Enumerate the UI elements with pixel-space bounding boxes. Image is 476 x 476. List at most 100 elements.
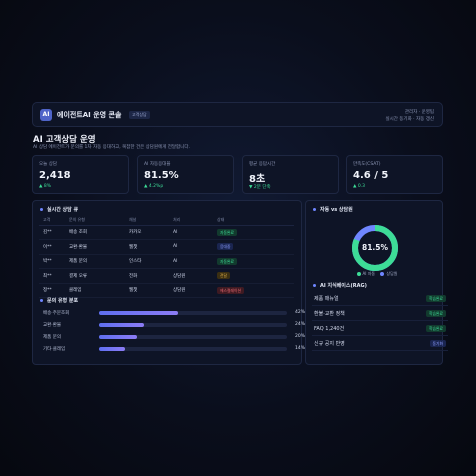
kpi-card-auto-rate[interactable]: AI 자동응대율 81.5% ▲ 4.2%p — [137, 155, 234, 194]
kpi-delta: ▲ 4.2%p — [144, 184, 164, 189]
distribution-row: 기타·클레임 14% — [43, 345, 305, 353]
kpi-delta: ▲ 8% — [39, 184, 52, 189]
app-logo: AI — [40, 109, 52, 121]
distribution-bar — [99, 347, 126, 351]
dashboard: AI 에이전트AI 운영 콘솔 고객상담 관리자 · 운영팀 실시간 동기화 ·… — [22, 98, 454, 380]
handler-cell: 상담원 — [169, 283, 213, 298]
status-badge: 전달 — [217, 272, 230, 280]
distribution-track — [99, 335, 287, 339]
channel-cell: 인스타 — [125, 254, 169, 269]
section-dot-icon — [40, 299, 43, 302]
distribution-percent: 24% — [294, 322, 305, 327]
section-dot-icon — [313, 284, 316, 287]
kpi-label: 오늘 상담 — [39, 162, 57, 167]
type-cell: 교환·환불 — [65, 239, 125, 255]
column-header[interactable]: 처리 — [169, 215, 213, 226]
column-header[interactable]: 문의 유형 — [65, 215, 125, 226]
column-header[interactable]: 고객 — [39, 215, 65, 226]
status-cell: 에스컬레이션 — [213, 283, 294, 298]
legend-agent-label: 상담원 — [386, 271, 398, 276]
kpi-delta: ▼ 2분 단축 — [249, 185, 271, 190]
distribution-label: 교환·환불 — [43, 323, 61, 328]
distribution-percent: 20% — [294, 334, 305, 339]
live-queue-panel: 실시간 상담 큐 고객 문의 유형 채널 처리 상태 김** 배송 조회 카카오 AI… — [32, 200, 305, 365]
donut-legend: AI 자동 상담원 — [306, 271, 444, 277]
kb-item[interactable]: FAQ 1,240건 학습완료 — [312, 322, 448, 336]
kb-status-badge: 학습완료 — [426, 310, 446, 317]
kpi-value: 2,418 — [39, 170, 71, 181]
channel-cell: 카카오 — [125, 225, 169, 240]
kb-item[interactable]: 환불·교환 정책 학습완료 — [312, 307, 448, 321]
table-row[interactable]: 최** 결제 오류 전화 상담원 전달 — [39, 268, 294, 284]
legend-agent-swatch — [380, 272, 385, 276]
status-badge: 응대중 — [217, 243, 234, 251]
kpi-delta: ▲ 0.3 — [353, 184, 366, 189]
kb-status-badge: 동기화 — [429, 340, 446, 347]
donut-center-value: 81.5% — [361, 243, 389, 252]
kpi-card-response-time[interactable]: 평균 응답시간 8초 ▼ 2분 단축 — [242, 155, 339, 194]
distribution-bar — [99, 323, 145, 327]
table-row[interactable]: 정** 클레임 웹챗 상담원 에스컬레이션 — [39, 283, 294, 298]
kb-status-badge: 학습완료 — [426, 295, 446, 302]
customer-cell: 박** — [39, 254, 65, 269]
customer-cell: 정** — [39, 283, 65, 298]
kb-item[interactable]: 신규 공지 반영 동기화 — [312, 337, 448, 351]
type-cell: 제품 문의 — [65, 254, 125, 269]
distribution-bar — [99, 335, 137, 339]
kpi-card-today[interactable]: 오늘 상담 2,418 ▲ 8% — [32, 155, 129, 194]
status-cell: 자동완료 — [213, 225, 294, 240]
channel-cell: 웹챗 — [125, 239, 169, 255]
distribution-track — [99, 347, 287, 351]
customer-cell: 최** — [39, 268, 65, 284]
status-badge: 자동완료 — [217, 228, 237, 236]
distribution-bar — [99, 311, 178, 315]
distribution-row: 제품 문의 20% — [43, 333, 305, 341]
distribution-percent: 42% — [294, 310, 305, 315]
kpi-value: 8초 — [249, 174, 266, 185]
right-panel: 자동 vs 상담원 81.5% AI 자동 상담원 AI 지식베이스(RAG) … — [305, 200, 448, 365]
kpi-card-csat[interactable]: 만족도(CSAT) 4.6 / 5 ▲ 0.3 — [346, 155, 443, 194]
kb-item-name: 환불·교환 정책 — [314, 311, 345, 317]
distribution-label: 제품 문의 — [43, 335, 61, 340]
sync-meta: 실시간 동기화 · 자동 갱신 — [385, 117, 434, 122]
live-queue-table: 고객 문의 유형 채널 처리 상태 김** 배송 조회 카카오 AI 자동완료 이** 교환… — [39, 215, 294, 298]
customer-cell: 이** — [39, 239, 65, 255]
kb-item[interactable]: 제품 매뉴얼 학습완료 — [312, 292, 448, 306]
handler-cell: AI — [169, 239, 213, 255]
section-dot-icon — [40, 208, 43, 211]
distribution-row: 배송·주문조회 42% — [43, 309, 305, 317]
handler-cell: 상담원 — [169, 268, 213, 284]
user-meta[interactable]: 관리자 · 운영팀 — [405, 109, 434, 115]
status-badge: 자동완료 — [217, 257, 237, 265]
legend-ai-label: AI 자동 — [362, 271, 376, 276]
handler-cell: AI — [169, 254, 213, 269]
table-row[interactable]: 이** 교환·환불 웹챗 AI 응대중 — [39, 239, 294, 255]
kb-status-badge: 학습완료 — [426, 325, 446, 332]
distribution-track — [99, 323, 287, 327]
status-cell: 응대중 — [213, 239, 294, 255]
live-queue-title: 실시간 상담 큐 — [47, 207, 79, 213]
kpi-label: 만족도(CSAT) — [353, 162, 381, 167]
table-row[interactable]: 김** 배송 조회 카카오 AI 자동완료 — [39, 225, 294, 240]
status-cell: 자동완료 — [213, 254, 294, 269]
column-header[interactable]: 채널 — [125, 215, 169, 226]
table-row[interactable]: 박** 제품 문의 인스타 AI 자동완료 — [39, 254, 294, 269]
customer-cell: 김** — [39, 225, 65, 240]
column-header[interactable]: 상태 — [213, 215, 294, 226]
kb-title: AI 지식베이스(RAG) — [320, 283, 367, 289]
channel-cell: 전화 — [125, 268, 169, 284]
distribution-row: 교환·환불 24% — [43, 321, 305, 329]
kpi-value: 81.5% — [144, 170, 179, 181]
type-cell: 배송 조회 — [65, 225, 125, 240]
kb-item-name: 신규 공지 반영 — [314, 341, 345, 347]
handler-cell: AI — [169, 225, 213, 240]
type-cell: 클레임 — [65, 283, 125, 298]
kpi-value: 4.6 / 5 — [353, 170, 389, 181]
kb-item-name: FAQ 1,240건 — [314, 326, 345, 332]
console-header: AI 에이전트AI 운영 콘솔 고객상담 관리자 · 운영팀 실시간 동기화 ·… — [32, 102, 443, 127]
type-cell: 결제 오류 — [65, 268, 125, 284]
category-badge[interactable]: 고객상담 — [129, 111, 150, 119]
console-title: 에이전트AI 운영 콘솔 — [57, 111, 122, 119]
channel-cell: 웹챗 — [125, 283, 169, 298]
inquiry-dist-title: 문의 유형 분포 — [47, 298, 79, 304]
